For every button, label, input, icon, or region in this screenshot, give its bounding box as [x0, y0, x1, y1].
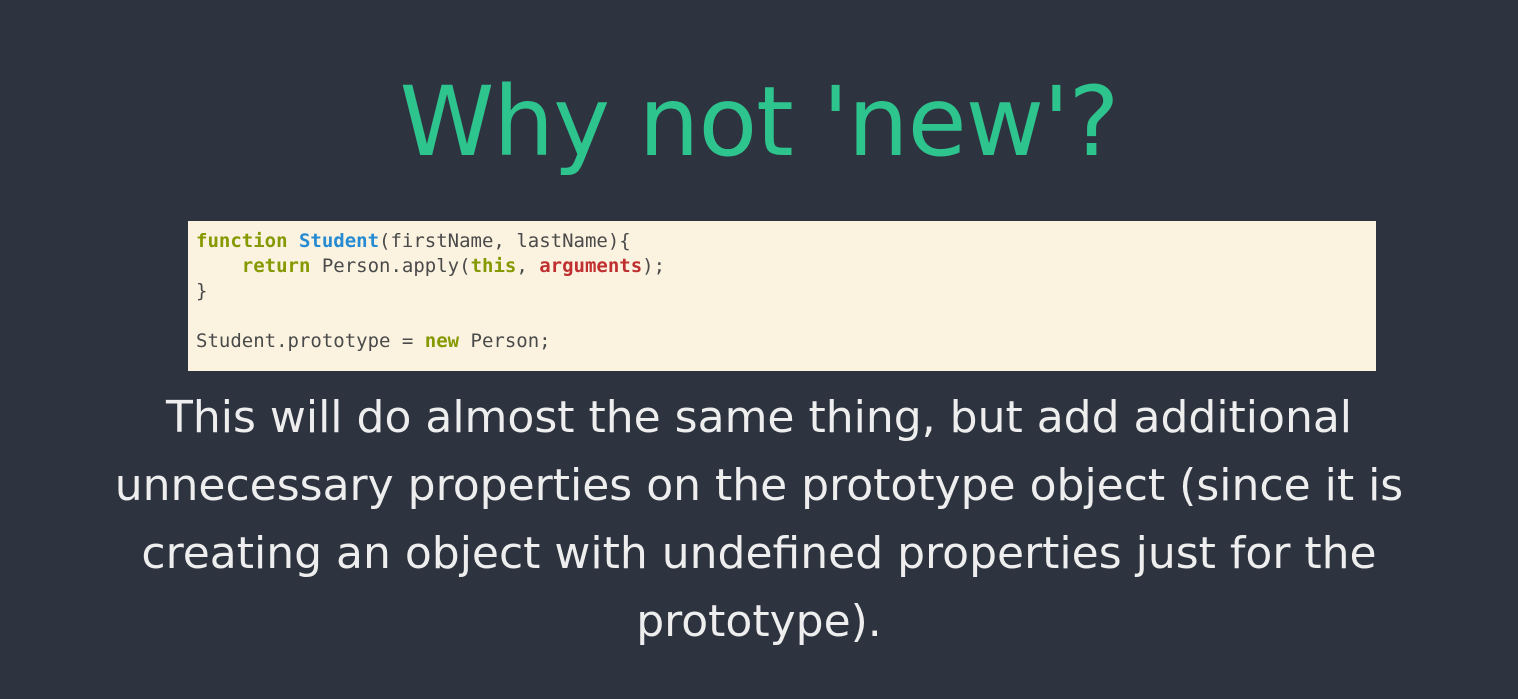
code-block: function Student(firstName, lastName){ r… — [188, 221, 1376, 371]
prototype-assign: Student.prototype = — [196, 330, 425, 352]
code-end: ); — [642, 255, 666, 277]
code-line-3: } — [196, 280, 208, 302]
apply-call: Person.apply( — [310, 255, 471, 277]
code-line-1: function Student(firstName, lastName){ — [196, 229, 1368, 254]
code-line-5: Student.prototype = new Person; — [196, 329, 1368, 354]
keyword-arguments: arguments — [539, 255, 643, 277]
explanation-text: This will do almost the same thing, but … — [114, 392, 1404, 647]
slide: Why not 'new'? function Student(firstNam… — [0, 0, 1518, 699]
slide-title: Why not 'new'? — [399, 66, 1120, 178]
keyword-function: function — [196, 230, 288, 252]
code-comma: , — [516, 255, 540, 277]
function-params: (firstName, lastName){ — [379, 230, 631, 252]
keyword-this: this — [470, 255, 517, 277]
person-ref: Person; — [459, 330, 551, 352]
keyword-return: return — [241, 255, 311, 277]
code-line-2: return Person.apply(this, arguments); — [196, 254, 1368, 279]
keyword-new: new — [424, 330, 460, 352]
function-name: Student — [298, 230, 380, 252]
